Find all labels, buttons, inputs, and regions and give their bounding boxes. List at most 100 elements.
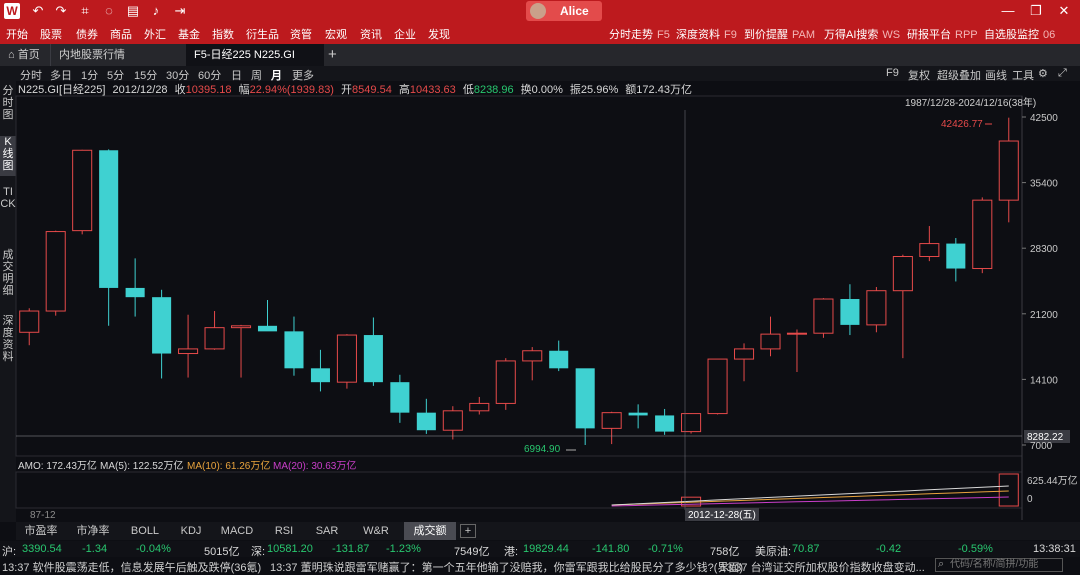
vol-tick-zero: 0 <box>1027 494 1033 505</box>
indicator-tabs: 市盈率 市净率 BOLL KDJ MACD RSI SAR W&R 成交额 + <box>16 522 1080 540</box>
ma20-legend: MA(20): 30.63万亿 <box>273 459 356 472</box>
candle[interactable] <box>522 347 543 381</box>
candle[interactable] <box>892 254 913 359</box>
candle[interactable] <box>310 349 330 392</box>
candle-body-down <box>390 382 410 413</box>
candle[interactable] <box>336 334 357 389</box>
candle-body-up <box>469 402 490 412</box>
ticker-sh-pct: -0.04% <box>136 543 171 555</box>
candle[interactable] <box>549 340 569 372</box>
min-price-label: 6994.90 <box>524 444 561 455</box>
candle[interactable] <box>786 329 808 373</box>
candle[interactable] <box>45 230 66 316</box>
ticker-sh-change: -1.34 <box>82 543 108 555</box>
ticker-oil-value: 70.87 <box>792 543 820 555</box>
candle-body-up <box>707 358 728 415</box>
candle[interactable] <box>946 238 966 282</box>
candle[interactable] <box>972 197 993 274</box>
candle-body-down <box>363 335 383 383</box>
tab-boll[interactable]: BOLL <box>120 522 170 540</box>
candle-body-up <box>972 199 993 270</box>
tab-sar[interactable]: SAR <box>306 522 348 540</box>
candle[interactable] <box>628 404 648 429</box>
tab-pb[interactable]: 市净率 <box>68 522 118 540</box>
candle-body-down <box>257 325 278 332</box>
candle-body-up <box>892 256 913 292</box>
candle[interactable] <box>442 406 463 440</box>
candle-body-down <box>655 415 675 432</box>
candle-body-up <box>495 360 516 404</box>
candle[interactable] <box>416 398 436 434</box>
candle[interactable] <box>601 411 622 445</box>
candle[interactable] <box>760 316 781 357</box>
news-item-1[interactable]: 13:37 软件股震荡走低，信息发展午后触及跌停(36氪) <box>2 559 261 575</box>
candle[interactable] <box>19 308 40 346</box>
ticker-sz-change: -131.87 <box>332 543 370 555</box>
candle-body-up <box>786 332 808 335</box>
candle[interactable] <box>72 149 93 235</box>
candle[interactable] <box>363 317 383 386</box>
y-tick-label: 35400 <box>1030 179 1058 190</box>
candle-body-up <box>230 325 252 329</box>
candle-body-down <box>575 368 595 429</box>
tab-macd[interactable]: MACD <box>212 522 262 540</box>
candle[interactable] <box>681 413 702 434</box>
candle[interactable] <box>866 287 887 333</box>
news-item-3[interactable]: 13:37 台湾证交所加权股价指数收盘变动... <box>720 559 925 575</box>
ticker-oil-change: -0.42 <box>876 543 902 555</box>
candle[interactable] <box>99 149 119 326</box>
candle-body-down <box>125 287 145 298</box>
news-item-2[interactable]: 13:37 董明珠说跟雷军赌赢了：第一个五年他输了没赔我，你雷军跟我比给股民分了… <box>270 559 743 575</box>
y-tick-label: 42500 <box>1030 113 1058 124</box>
candle-body-down <box>310 368 330 383</box>
candle[interactable] <box>733 343 755 382</box>
candle[interactable] <box>230 324 252 378</box>
candle-body-up <box>72 149 93 232</box>
ticker-hk-value: 19829.44 <box>523 543 569 555</box>
candle[interactable] <box>284 316 304 376</box>
candle-body-up <box>601 412 622 429</box>
candle[interactable] <box>178 314 199 378</box>
candle[interactable] <box>575 368 595 445</box>
tab-rsi[interactable]: RSI <box>264 522 304 540</box>
candle-body-up <box>19 310 40 333</box>
candle-body-down <box>946 243 966 269</box>
candle-body-up <box>336 334 357 383</box>
add-indicator-icon[interactable]: + <box>460 524 476 538</box>
ma10-legend: MA(10): 61.26万亿 <box>187 459 270 472</box>
candle[interactable] <box>469 396 490 415</box>
candle[interactable] <box>257 299 278 332</box>
candle[interactable] <box>998 117 1019 223</box>
tab-kdj[interactable]: KDJ <box>172 522 210 540</box>
ticker-oil-pct: -0.59% <box>958 543 993 555</box>
candle[interactable] <box>813 298 834 338</box>
candle[interactable] <box>840 284 860 336</box>
candle-body-up <box>919 243 940 258</box>
y-tick-label: 7000 <box>1030 441 1053 452</box>
kline-chart[interactable]: 1987/12/28-2024/12/16(38年) 42426.77 6994… <box>0 0 1080 574</box>
candle[interactable] <box>919 226 940 262</box>
candle[interactable] <box>204 311 225 350</box>
candle-body-down <box>152 297 172 354</box>
candle-body-down <box>549 350 569 369</box>
tab-pe[interactable]: 市盈率 <box>16 522 66 540</box>
tab-amount[interactable]: 成交额 <box>404 522 456 540</box>
candle[interactable] <box>495 358 516 410</box>
candle-body-down <box>416 412 436 431</box>
candle[interactable] <box>125 258 145 317</box>
candle[interactable] <box>390 374 410 423</box>
y-tick-label: 14100 <box>1030 375 1058 386</box>
candle[interactable] <box>707 358 728 415</box>
candle[interactable] <box>152 289 172 379</box>
ticker-sz-pct: -1.23% <box>386 543 421 555</box>
tab-wr[interactable]: W&R <box>350 522 402 540</box>
candle-body-up <box>204 327 225 350</box>
candle-body-up <box>733 348 755 360</box>
candle[interactable] <box>655 408 675 435</box>
ticker-sz-value: 10581.20 <box>267 543 313 555</box>
search-icon: ⌕ <box>938 558 945 570</box>
quick-search-input[interactable]: 代码/名称/简拼/功能 <box>935 558 1063 572</box>
candle-body-down <box>628 412 648 416</box>
x-start-label: 87-12 <box>30 510 56 521</box>
ticker-time: 13:38:31 <box>1033 543 1076 555</box>
